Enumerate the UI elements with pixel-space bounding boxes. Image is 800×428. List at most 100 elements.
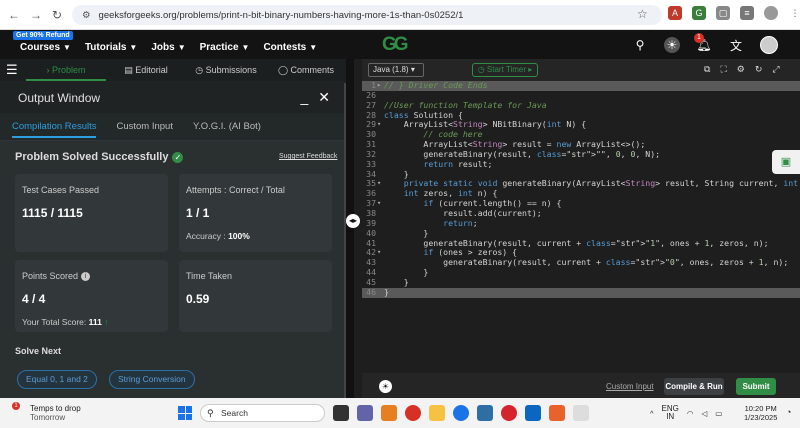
chevron-up-icon[interactable]: ^ bbox=[650, 409, 654, 418]
volume-icon[interactable]: ◁ bbox=[701, 409, 707, 418]
reload-icon[interactable]: ↻ bbox=[52, 8, 62, 22]
notes-icon[interactable] bbox=[573, 405, 589, 421]
submit-button[interactable]: Submit bbox=[736, 378, 776, 395]
panel-divider[interactable] bbox=[346, 59, 354, 398]
translate-icon[interactable]: 文 bbox=[728, 37, 744, 54]
chevron-down-icon: ▼ bbox=[177, 43, 186, 52]
menu-practice[interactable]: Practice ▼ bbox=[200, 42, 250, 53]
task-view-icon[interactable] bbox=[333, 405, 349, 421]
language-indicator[interactable]: ENG IN bbox=[662, 405, 679, 421]
site-info-icon[interactable]: ⚙ bbox=[82, 10, 91, 21]
clock-icon: ◷ bbox=[195, 64, 204, 75]
minimize-icon[interactable]: _ bbox=[300, 89, 308, 106]
code-line[interactable]: 45 } bbox=[362, 277, 800, 288]
copy-icon[interactable]: ⧉ bbox=[704, 64, 710, 75]
check-circle-icon: ✓ bbox=[172, 151, 184, 163]
play-icon: ▸ bbox=[528, 65, 533, 74]
chrome-icon[interactable] bbox=[405, 405, 421, 421]
teams-icon[interactable] bbox=[357, 405, 373, 421]
gfg-logo[interactable]: GG bbox=[382, 34, 409, 56]
profile-icon[interactable] bbox=[764, 6, 778, 20]
custom-input-link[interactable]: Custom Input bbox=[606, 382, 654, 391]
weather-widget[interactable]: Temps to drop Tomorrow bbox=[30, 404, 81, 422]
points-value: 4 / 4 bbox=[22, 292, 46, 306]
language-select[interactable]: Java (1.8) ▾ bbox=[368, 63, 424, 77]
extension-icon[interactable]: A bbox=[668, 6, 682, 20]
fold-chevron-icon[interactable]: ▾ bbox=[377, 120, 381, 130]
user-avatar[interactable] bbox=[760, 36, 778, 54]
expand-icon[interactable]: ⤢ bbox=[772, 64, 779, 75]
menu-courses[interactable]: Courses ▼ bbox=[20, 42, 71, 53]
editor-footer: ☀ Custom Input Compile & Run Submit bbox=[362, 373, 800, 398]
problem-panel: ☰ › Problem ▤ Editorial ◷ Submissions ◯ … bbox=[0, 59, 346, 398]
code-line[interactable]: 1 ▸// } Driver Code Ends bbox=[362, 80, 800, 91]
browser-menu-icon[interactable]: ⋮ bbox=[788, 6, 800, 20]
wifi-icon[interactable]: ◠ bbox=[687, 409, 694, 418]
lang-region: IN bbox=[666, 412, 675, 421]
code-line[interactable]: 33 return result; bbox=[362, 159, 800, 170]
extension-icon[interactable]: G bbox=[692, 6, 706, 20]
code-line[interactable]: 44 } bbox=[362, 267, 800, 278]
tab-compilation-results[interactable]: Compilation Results bbox=[12, 121, 97, 138]
tab-custom-input[interactable]: Custom Input bbox=[116, 121, 173, 132]
fullscreen-icon[interactable]: ⛶ bbox=[720, 64, 726, 75]
reset-icon[interactable]: ↻ bbox=[755, 64, 763, 75]
theme-toggle-icon[interactable]: ☀ bbox=[664, 37, 680, 53]
fold-chevron-icon[interactable]: ▾ bbox=[377, 179, 381, 189]
linkedin-icon[interactable] bbox=[525, 405, 541, 421]
notification-count: 1 bbox=[694, 33, 704, 43]
code-line[interactable]: 46} bbox=[362, 287, 800, 298]
suggestion-chip[interactable]: String Conversion bbox=[109, 370, 195, 389]
edge-icon[interactable] bbox=[453, 405, 469, 421]
battery-icon[interactable]: ▭ bbox=[715, 409, 722, 418]
copilot-icon[interactable] bbox=[381, 405, 397, 421]
menu-jobs[interactable]: Jobs ▼ bbox=[151, 42, 185, 53]
tab-problem[interactable]: › Problem bbox=[26, 59, 106, 81]
promo-badge[interactable]: Get 90% Refund bbox=[13, 31, 73, 40]
code-text: generateBinary(result, current + class="… bbox=[384, 257, 789, 268]
opera-icon[interactable] bbox=[501, 405, 517, 421]
code-editor[interactable]: 1 ▸// } Driver Code Ends 26 27//User functi… bbox=[362, 80, 800, 371]
puzzle-icon[interactable]: ▢ bbox=[716, 6, 730, 20]
windows-start-icon[interactable] bbox=[178, 406, 192, 420]
compile-run-button[interactable]: Compile & Run bbox=[664, 378, 724, 395]
address-bar[interactable]: ⚙ geeksforgeeks.org/problems/print-n-bit… bbox=[72, 5, 662, 25]
tab-comments[interactable]: ◯ Comments bbox=[266, 65, 346, 76]
resize-handle-icon[interactable]: ◂▸ bbox=[346, 214, 360, 228]
windows-taskbar: 1 Temps to drop Tomorrow ⚲ Search ^ ENG … bbox=[0, 398, 800, 428]
taskbar-search[interactable]: ⚲ Search bbox=[200, 404, 325, 422]
back-icon[interactable]: ← bbox=[8, 8, 20, 22]
settings-icon[interactable]: ⚙ bbox=[737, 64, 745, 75]
forward-icon[interactable]: → bbox=[30, 8, 42, 22]
tab-submissions[interactable]: ◷ Submissions bbox=[186, 65, 266, 76]
tab-yogi-bot[interactable]: Y.O.G.I. (AI Bot) bbox=[193, 121, 261, 132]
fold-chevron-icon[interactable]: ▾ bbox=[377, 248, 381, 258]
theme-sun-icon[interactable]: ☀ bbox=[379, 380, 392, 393]
suggestion-chip[interactable]: Equal 0, 1 and 2 bbox=[17, 370, 97, 389]
weather-text: Temps to drop bbox=[30, 404, 81, 413]
fold-chevron-icon[interactable]: ▾ bbox=[377, 199, 381, 209]
tab-search-icon[interactable]: ≡ bbox=[740, 6, 754, 20]
clock-icon: ◷ bbox=[477, 65, 485, 74]
menu-contests[interactable]: Contests ▼ bbox=[263, 42, 317, 53]
fold-chevron-icon[interactable]: ▸ bbox=[377, 81, 381, 91]
time-label: Time Taken bbox=[186, 271, 233, 281]
menu-tutorials[interactable]: Tutorials ▼ bbox=[85, 42, 137, 53]
chevron-down-icon: ▼ bbox=[129, 43, 138, 52]
suggest-feedback-link[interactable]: Suggest Feedback bbox=[279, 153, 337, 160]
brave-icon[interactable] bbox=[549, 405, 565, 421]
status-heading: Problem Solved Successfully ✓ bbox=[15, 151, 184, 163]
system-clock[interactable]: 10:20 PM 1/23/2025 bbox=[744, 404, 777, 422]
store-icon[interactable] bbox=[477, 405, 493, 421]
tab-editorial[interactable]: ▤ Editorial bbox=[106, 65, 186, 76]
notification-center-icon[interactable]: ◔ bbox=[786, 407, 791, 417]
close-icon[interactable]: ✕ bbox=[318, 89, 330, 106]
chevron-down-icon: ▾ bbox=[410, 65, 415, 74]
file-explorer-icon[interactable] bbox=[429, 405, 445, 421]
bookmark-star-icon[interactable]: ☆ bbox=[637, 7, 648, 21]
start-timer-button[interactable]: ◷ Start Timer ▸ bbox=[472, 63, 538, 77]
hamburger-icon[interactable]: ☰ bbox=[0, 62, 26, 78]
search-icon[interactable]: ⚲ bbox=[632, 38, 648, 52]
chat-icon[interactable]: ▣ bbox=[772, 150, 800, 174]
info-icon[interactable]: i bbox=[81, 272, 91, 282]
